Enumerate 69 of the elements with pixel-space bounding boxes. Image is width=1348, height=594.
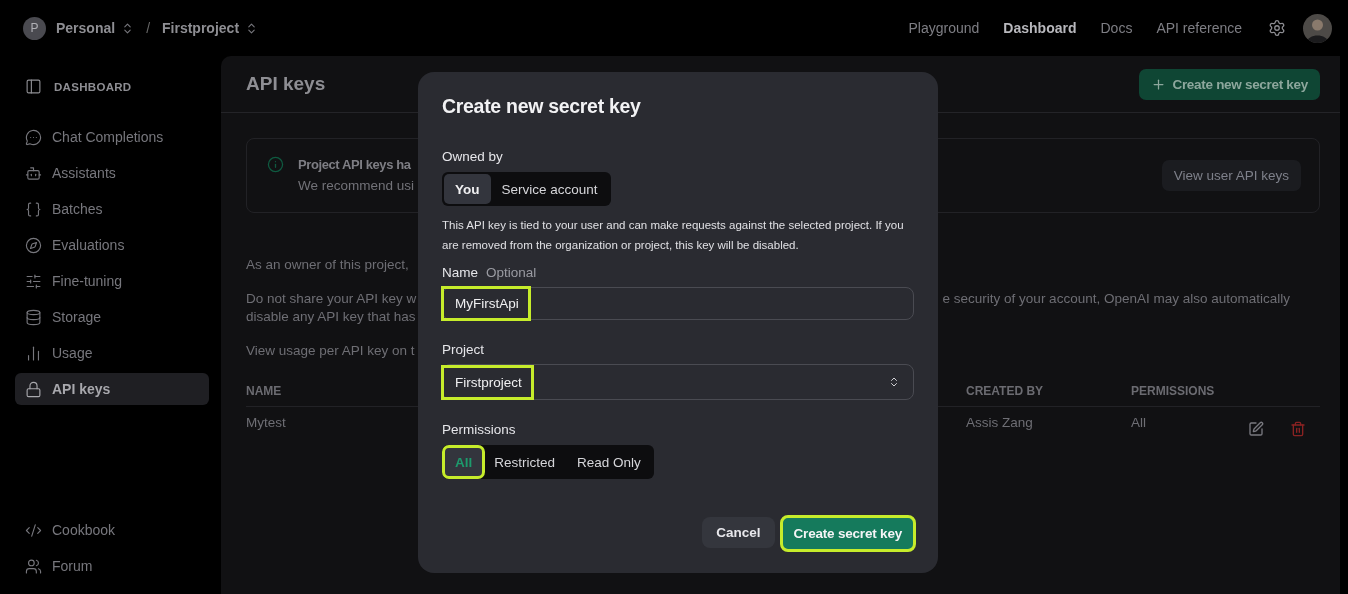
sliders-icon xyxy=(25,272,42,290)
create-key-button[interactable]: Create new secret key xyxy=(1139,68,1320,100)
bar-chart-icon xyxy=(25,344,42,362)
paragraph-text: disable any API key that has xyxy=(246,308,416,324)
sidebar-heading: DASHBOARD xyxy=(54,80,132,93)
table-cell: All xyxy=(1131,415,1146,430)
nav-link[interactable]: Playground xyxy=(908,20,980,36)
trash-icon xyxy=(1290,421,1306,437)
sidebar-item[interactable]: Batches xyxy=(15,193,209,225)
sidebar-item[interactable]: Usage xyxy=(15,337,209,369)
page-title: API keys xyxy=(246,73,326,95)
chevron-icon xyxy=(888,376,900,388)
column-header: CREATED BY xyxy=(966,375,1131,407)
sidebar-item[interactable]: Chat Completions xyxy=(15,121,209,153)
paragraph-text: e security of your account, OpenAI may also automatically xyxy=(942,290,1290,306)
permission-option[interactable]: All xyxy=(444,447,484,477)
sidebar-item[interactable]: Fine-tuning xyxy=(15,265,209,297)
sidebar-item[interactable]: Cookbook xyxy=(15,514,209,546)
code-icon xyxy=(25,521,42,539)
column-header: PERMISSIONS xyxy=(1131,375,1248,407)
nav-link[interactable]: API reference xyxy=(1156,20,1242,36)
plus-icon xyxy=(1151,76,1167,92)
permission-option[interactable]: Read Only xyxy=(566,447,652,477)
sidebar-item[interactable]: Assistants xyxy=(15,157,209,189)
field-label: Permissions xyxy=(442,422,517,437)
table-cell: Assis Zang xyxy=(966,415,1033,430)
info-icon xyxy=(267,156,284,173)
org-name[interactable]: Personal xyxy=(56,20,116,36)
sidebar-item[interactable]: Evaluations xyxy=(15,229,209,261)
notice-text: We recommend usi xyxy=(298,178,415,193)
sidebar-item[interactable]: Forum xyxy=(15,550,209,582)
nav-link[interactable]: Dashboard xyxy=(1003,20,1077,36)
braces-icon xyxy=(25,200,42,218)
settings-button[interactable] xyxy=(1268,19,1286,37)
paragraph-text: View usage per API key on t xyxy=(246,342,415,358)
org-avatar[interactable]: P xyxy=(23,16,46,40)
project-select[interactable]: Firstproject xyxy=(442,364,914,400)
sidebar-item[interactable]: API keys xyxy=(15,373,209,405)
compass-icon xyxy=(25,236,42,254)
create-secret-key-button[interactable]: Create secret key xyxy=(781,517,914,550)
owner-option[interactable]: You xyxy=(444,174,491,204)
owner-option[interactable]: Service account xyxy=(490,174,609,204)
pencil-icon xyxy=(1248,421,1264,437)
notice-title: Project API keys ha xyxy=(298,157,411,172)
nav-link[interactable]: Docs xyxy=(1100,20,1133,36)
field-label: Project xyxy=(442,342,486,357)
field-label: Name xyxy=(442,265,478,280)
sidebar-icon[interactable] xyxy=(25,78,42,95)
sidebar-item[interactable]: Storage xyxy=(15,301,209,333)
permission-option[interactable]: Restricted xyxy=(483,447,567,477)
people-icon xyxy=(25,557,42,575)
cancel-button[interactable]: Cancel xyxy=(702,517,775,548)
dialog-title: Create new secret key xyxy=(442,95,642,118)
view-user-keys-button[interactable]: View user API keys xyxy=(1161,160,1301,191)
chat-bubble-icon xyxy=(25,128,42,146)
database-icon xyxy=(25,308,42,326)
owner-description: This API key is tied to your user and can make requests against the selected project. If you are removed from the organization or project, this key will be disabled. xyxy=(442,218,905,253)
name-value: MyFirstApi xyxy=(443,288,529,319)
profile-avatar[interactable] xyxy=(1303,13,1332,43)
robot-icon xyxy=(25,164,42,182)
name-input-field[interactable]: MyFirstApi xyxy=(442,287,914,320)
project-name[interactable]: Firstproject xyxy=(162,20,240,36)
table-cell: Mytest xyxy=(246,415,286,430)
paragraph-text: Do not share your API key w xyxy=(246,290,417,306)
lock-icon xyxy=(25,380,42,398)
paragraph-text: As an owner of this project, xyxy=(246,256,409,272)
breadcrumb-separator: / xyxy=(146,20,151,36)
optional-hint: Optional xyxy=(486,265,537,280)
field-label: Owned by xyxy=(442,149,504,164)
